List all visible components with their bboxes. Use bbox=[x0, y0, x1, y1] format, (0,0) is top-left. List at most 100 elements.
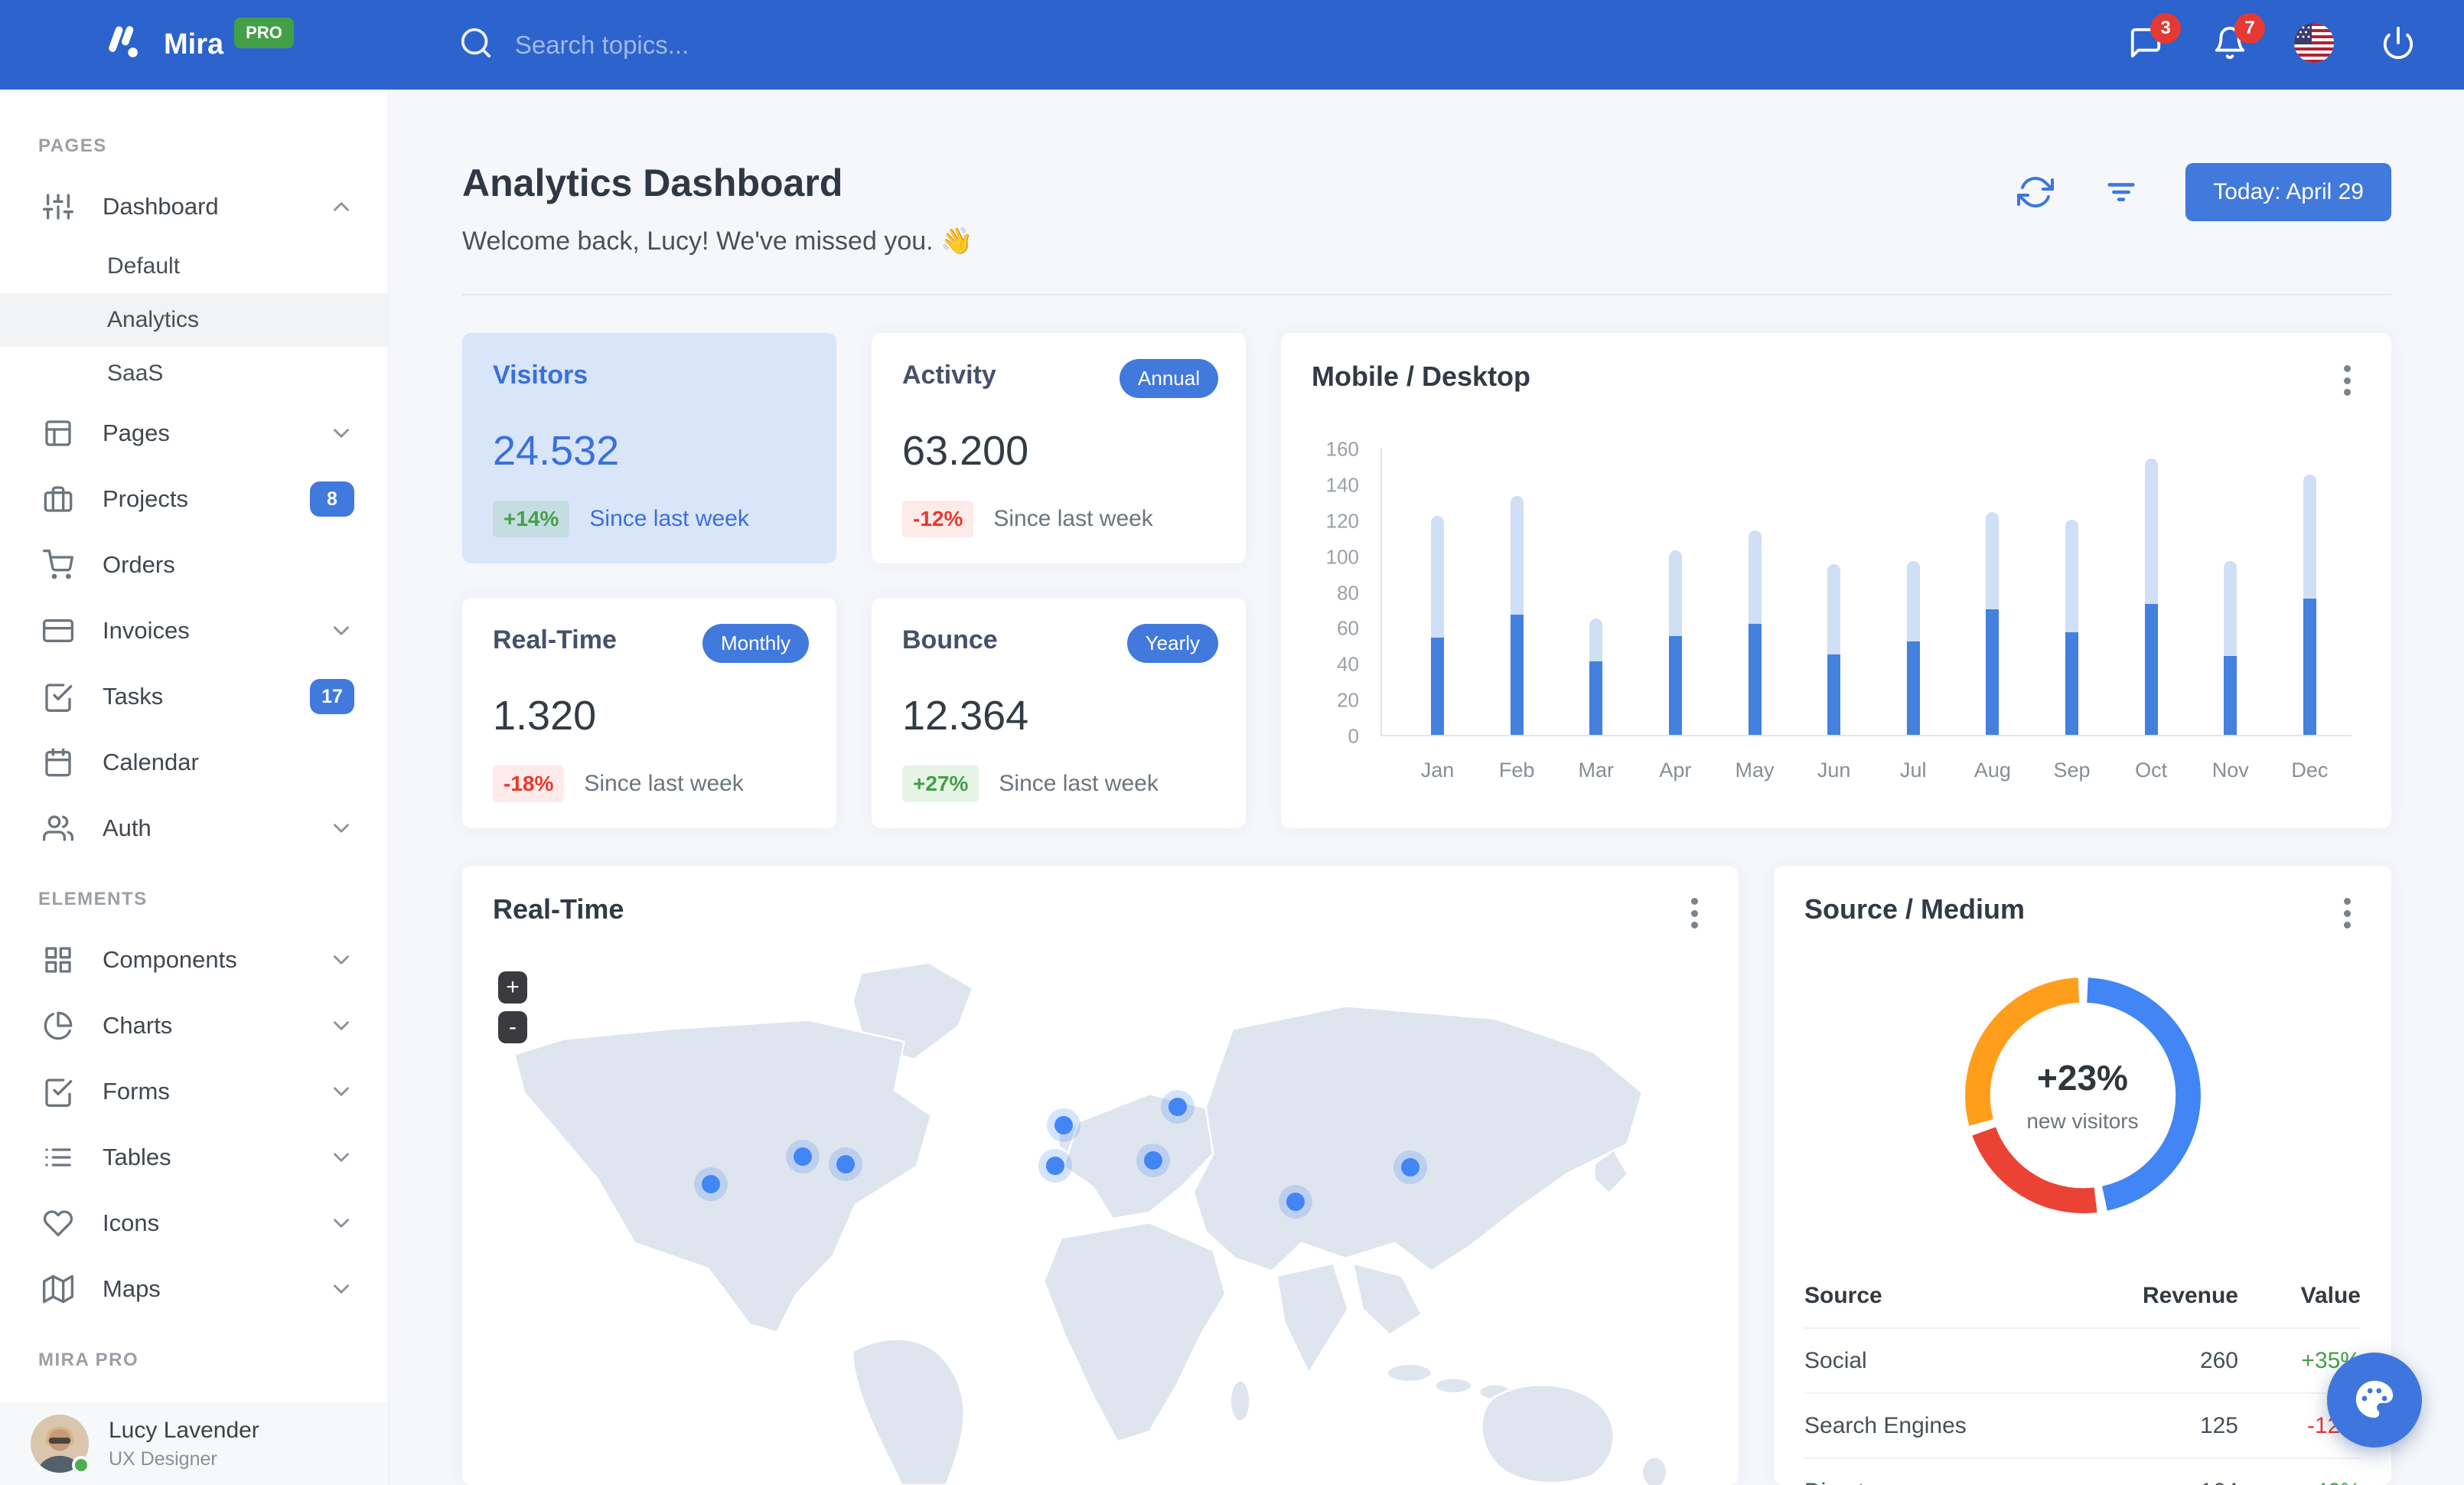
visitors-card: Visitors 24.532 +14% Since last week bbox=[462, 333, 836, 563]
messages-button[interactable]: 3 bbox=[2126, 12, 2181, 65]
map-marker bbox=[1045, 1156, 1064, 1175]
bar-sep: Sep bbox=[2053, 448, 2091, 782]
table-cell: Search Engines bbox=[1804, 1412, 1967, 1438]
source-table: Source Revenue Value Social 260 +35% Search… bbox=[1804, 1264, 2361, 1485]
navbar-search bbox=[458, 25, 944, 64]
stat-note: Since last week bbox=[993, 506, 1153, 531]
sidebar-section-elements: ELEMENTS bbox=[38, 889, 148, 909]
period-badge: Annual bbox=[1120, 359, 1218, 398]
notifications-button[interactable]: 7 bbox=[2210, 12, 2265, 65]
sidebar-item-icons[interactable]: Icons bbox=[0, 1190, 388, 1256]
x-axis-label: Dec bbox=[2291, 759, 2329, 782]
theme-settings-fab[interactable] bbox=[2327, 1353, 2422, 1447]
user-name: Lucy Lavender bbox=[109, 1417, 259, 1443]
bar-jul: Jul bbox=[1900, 448, 1927, 782]
logout-button[interactable] bbox=[2378, 25, 2418, 65]
brand[interactable]: Mira PRO bbox=[99, 17, 294, 70]
period-badge: Yearly bbox=[1126, 624, 1218, 663]
mira-logo-icon bbox=[99, 19, 147, 70]
filter-icon bbox=[2107, 183, 2135, 201]
pie-chart-icon bbox=[44, 1011, 73, 1040]
bounce-card: Bounce Yearly 12.364 +27% Since last wee… bbox=[872, 598, 1246, 828]
x-axis-label: Oct bbox=[2135, 759, 2168, 782]
donut-chart: +23% new visitors bbox=[1951, 964, 2215, 1227]
map-marker bbox=[1143, 1151, 1162, 1170]
sidebar-section-pages: PAGES bbox=[38, 135, 107, 156]
more-vertical-icon[interactable] bbox=[1679, 895, 1709, 932]
sidebar-item-calendar[interactable]: Calendar bbox=[0, 729, 388, 795]
stat-value: 63.200 bbox=[902, 428, 1029, 474]
map-icon bbox=[43, 1274, 73, 1304]
stat-title: Visitors bbox=[493, 361, 588, 390]
more-vertical-icon[interactable] bbox=[2332, 895, 2362, 932]
sidebar-item-tasks[interactable]: Tasks 17 bbox=[0, 664, 388, 729]
check-square-icon bbox=[45, 684, 73, 712]
us-flag-icon bbox=[2294, 23, 2334, 67]
stat-note: Since last week bbox=[584, 771, 744, 796]
sidebar-item-dashboard[interactable]: Dashboard bbox=[0, 174, 388, 240]
stat-value: 1.320 bbox=[493, 693, 597, 739]
sidebar-item-charts[interactable]: Charts bbox=[0, 993, 388, 1059]
x-axis-label: May bbox=[1735, 759, 1775, 782]
language-button[interactable] bbox=[2294, 23, 2334, 67]
top-navbar: Mira PRO 3 7 bbox=[0, 0, 2464, 90]
x-axis-label: Aug bbox=[1973, 759, 2011, 782]
palette-icon bbox=[2352, 1377, 2397, 1424]
x-axis-label: Mar bbox=[1578, 759, 1615, 782]
y-axis-tick: 120 bbox=[1325, 509, 1359, 533]
sidebar-item-saas[interactable]: SaaS bbox=[0, 347, 388, 400]
grid-icon bbox=[45, 947, 71, 973]
world-map-graphic bbox=[513, 961, 1668, 1485]
briefcase-icon bbox=[44, 486, 73, 512]
table-row: Search Engines125-12% bbox=[1804, 1394, 2361, 1459]
table-cell: 125 bbox=[2199, 1412, 2238, 1438]
source-medium-card: Source / Medium +23% new visitors Source… bbox=[1774, 866, 2391, 1485]
credit-card-icon bbox=[43, 619, 73, 642]
sidebar-item-orders[interactable]: Orders bbox=[0, 532, 388, 598]
sidebar-item-projects[interactable]: Projects 8 bbox=[0, 466, 388, 532]
date-button[interactable]: Today: April 29 bbox=[2185, 163, 2391, 221]
x-axis-label: Nov bbox=[2211, 759, 2249, 782]
bar-aug: Aug bbox=[1974, 448, 2011, 782]
pro-badge: PRO bbox=[234, 17, 294, 48]
sidebar-item-analytics[interactable]: Analytics bbox=[0, 293, 388, 347]
refresh-button[interactable] bbox=[2014, 171, 2057, 214]
sidebar-item-components[interactable]: Components bbox=[0, 927, 388, 993]
y-axis-tick: 0 bbox=[1348, 724, 1359, 748]
sidebar-item-default[interactable]: Default bbox=[0, 240, 388, 293]
bar-oct: Oct bbox=[2135, 448, 2167, 782]
delta-chip: +14% bbox=[493, 501, 570, 537]
chart-title: Mobile / Desktop bbox=[1312, 361, 1531, 392]
bar-jan: Jan bbox=[1421, 448, 1454, 782]
more-vertical-icon[interactable] bbox=[2332, 362, 2362, 399]
chart-title: Source / Medium bbox=[1804, 893, 2026, 925]
filter-button[interactable] bbox=[2100, 171, 2143, 214]
map-zoom-in-button[interactable]: + bbox=[498, 971, 527, 1004]
table-cell: Social bbox=[1804, 1347, 1867, 1373]
sidebar-item-auth[interactable]: Auth bbox=[0, 795, 388, 861]
bar-mar: Mar bbox=[1579, 448, 1614, 782]
sidebar-item-invoices[interactable]: Invoices bbox=[0, 598, 388, 664]
sidebar-user[interactable]: Lucy Lavender UX Designer bbox=[0, 1402, 388, 1485]
y-axis-tick: 20 bbox=[1337, 688, 1359, 712]
map-zoom-out-button[interactable]: - bbox=[498, 1011, 527, 1043]
map-marker bbox=[793, 1147, 812, 1166]
notifications-count-badge: 7 bbox=[2234, 12, 2265, 44]
sidebar-item-pages[interactable]: Pages bbox=[0, 400, 388, 466]
bar-jun: Jun bbox=[1817, 448, 1850, 782]
bar-nov: Nov bbox=[2212, 448, 2249, 782]
sidebar-item-tables[interactable]: Tables bbox=[0, 1124, 388, 1190]
search-icon bbox=[458, 25, 494, 64]
refresh-icon bbox=[2017, 177, 2055, 207]
bar-feb: Feb bbox=[1499, 448, 1534, 782]
delta-chip: +27% bbox=[902, 765, 979, 802]
bar-dec: Dec bbox=[2291, 448, 2328, 782]
y-axis-tick: 100 bbox=[1325, 545, 1359, 569]
search-input[interactable] bbox=[514, 30, 944, 60]
donut-center-value: +23% bbox=[2037, 1058, 2128, 1098]
stat-value: 12.364 bbox=[902, 693, 1029, 739]
sidebar-item-maps[interactable]: Maps bbox=[0, 1256, 388, 1322]
sidebar-item-forms[interactable]: Forms bbox=[0, 1059, 388, 1124]
map-marker bbox=[1168, 1097, 1187, 1116]
shopping-cart-icon bbox=[43, 550, 73, 579]
